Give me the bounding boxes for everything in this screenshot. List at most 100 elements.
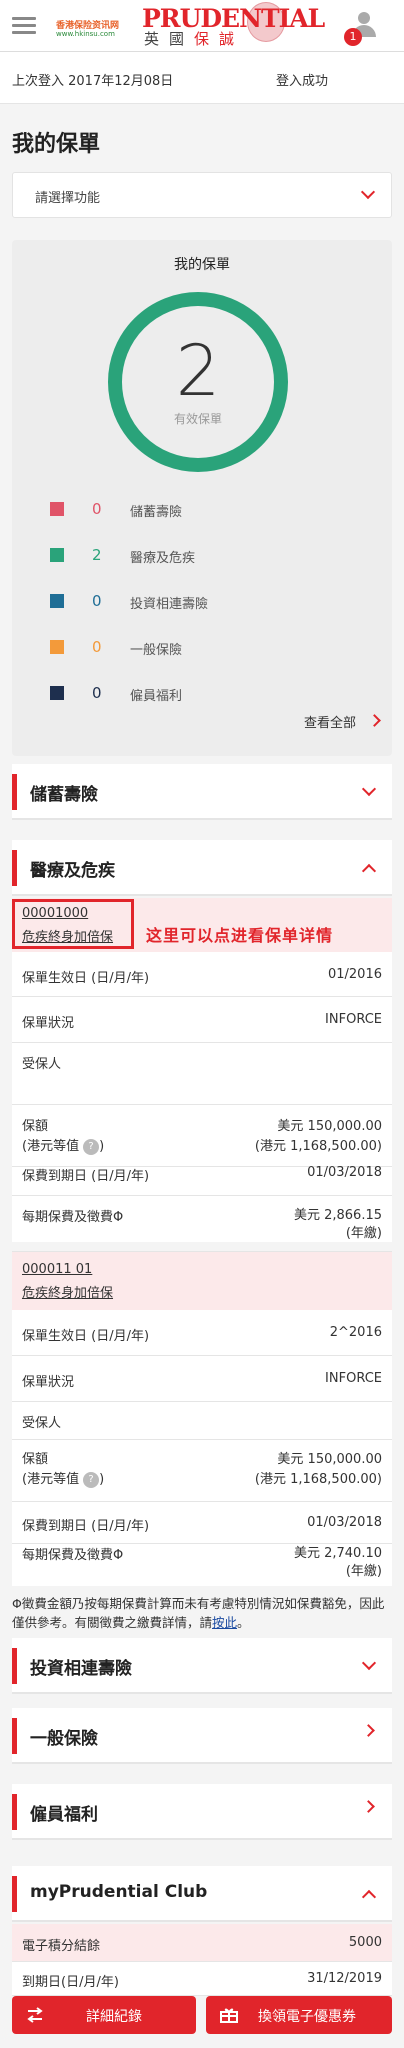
- details-record-button[interactable]: 詳細紀錄: [12, 1996, 196, 2034]
- field-label: 受保人: [22, 1416, 62, 1431]
- field-value: 美元 2,740.10: [293, 1546, 382, 1561]
- legend-item-savings: 0 儲蓄壽險: [50, 498, 350, 522]
- field-value: 01/03/2018: [307, 1165, 382, 1180]
- section-accent-bar: [12, 850, 17, 886]
- section-title: 醫療及危疾: [30, 861, 115, 881]
- section-accent-bar: [12, 1794, 17, 1830]
- policy-2-header[interactable]: [12, 1252, 392, 1310]
- section-accent-bar: [12, 1718, 17, 1754]
- field-value-freq: (年繳): [345, 1226, 382, 1241]
- policy-2-number-link[interactable]: 000011 0​1: [22, 1262, 92, 1277]
- function-select[interactable]: 請選擇功能: [12, 172, 392, 218]
- field-value: 01/2016: [327, 967, 382, 982]
- legend-count: 0: [92, 638, 102, 656]
- function-select-value: 請選擇功能: [35, 191, 101, 206]
- legend-label: 儲蓄壽險: [130, 505, 183, 520]
- policy-2-amount-row: 保額 (港元等值?) 美元 150,000.00 (港元 1,168,500.0…: [12, 1440, 392, 1502]
- chevron-down-icon: [361, 1655, 377, 1671]
- policy-count: 2: [175, 330, 221, 412]
- policy-2-status-row: 保單狀況 INFORCE: [12, 1356, 392, 1402]
- legend-swatch: [50, 502, 64, 516]
- legend-item-medical: 2 醫療及危疾: [50, 544, 350, 568]
- chevron-right-icon: [362, 1724, 375, 1737]
- field-label: 每期保費及徵費Φ: [22, 1548, 124, 1563]
- policy-2-effective-row: 保單生效日 (日/月/年) 2^2016: [12, 1310, 392, 1356]
- section-savings-header[interactable]: 儲蓄壽險: [12, 764, 392, 820]
- last-login-text: 上次登入 2017年12月08日: [12, 74, 174, 89]
- gift-icon: [220, 2008, 238, 2023]
- field-label: 到期日(日/月/年): [22, 1975, 119, 1990]
- field-value: INFORCE: [325, 1371, 382, 1386]
- details-record-label: 詳細紀錄: [86, 2009, 142, 2025]
- help-icon[interactable]: ?: [83, 1471, 100, 1488]
- section-general-header[interactable]: 一般保險: [12, 1708, 392, 1764]
- chevron-right-icon: [362, 1800, 375, 1813]
- legend-count: 0: [92, 500, 102, 518]
- brand-subtitle: 英國保誠: [144, 30, 245, 48]
- section-investment-header[interactable]: 投資相連壽險: [12, 1638, 392, 1694]
- section-title: 一般保險: [30, 1729, 98, 1749]
- chevron-down-icon: [360, 184, 376, 200]
- levy-note-text: Φ徵費金額乃按每期保費計算而未有考慮特別情況如保費豁免，因此僅供參考。有關徵費之…: [12, 1596, 385, 1630]
- legend-item-employee: 0 僱員福利: [50, 682, 350, 706]
- summary-title: 我的保單: [174, 257, 230, 273]
- club-expiry-row: 到期日(日/月/年) 31/12/2019: [12, 1962, 392, 1996]
- legend-count: 2: [92, 546, 102, 564]
- annotation-highlight-box: [12, 899, 134, 949]
- field-value: 2^2016: [329, 1325, 382, 1340]
- field-label-hkd: (港元等值?): [22, 1471, 105, 1488]
- section-accent-bar: [12, 1876, 17, 1912]
- field-label: 電子積分結餘: [22, 1939, 101, 1954]
- section-accent-bar: [12, 1648, 17, 1684]
- page-title: 我的保單: [12, 132, 101, 157]
- section-title: myPrudential Club: [30, 1882, 208, 1902]
- field-label: 保單生效日 (日/月/年): [22, 1329, 150, 1344]
- legend-label: 投資相連壽險: [130, 597, 209, 612]
- club-points-row: 電子積分結餘 5000: [12, 1924, 392, 1962]
- policy-2-name-link[interactable]: 危疾終身加倍保: [22, 1282, 113, 1301]
- field-value-freq: (年繳): [345, 1564, 382, 1579]
- field-label: 受保人: [22, 1057, 62, 1072]
- section-title: 投資相連壽險: [30, 1659, 132, 1679]
- section-accent-bar: [12, 774, 17, 810]
- field-value: INFORCE: [325, 1012, 382, 1027]
- policy-1-premium-row: 每期保費及徵費Φ 美元 2,866.15 (年繳): [12, 1196, 392, 1252]
- field-value: 美元 2,866.15: [293, 1208, 382, 1223]
- legend-swatch: [50, 548, 64, 562]
- watermark-url: www.hkinsu.com: [56, 30, 115, 38]
- view-all-link[interactable]: 查看全部: [304, 712, 381, 731]
- policy-2-premium-row: 每期保費及徵費Φ 美元 2,740.10 (年繳): [12, 1526, 392, 1586]
- section-title: 儲蓄壽險: [30, 785, 98, 805]
- section-medical-header[interactable]: 醫療及危疾: [12, 840, 392, 896]
- legend-label: 僱員福利: [130, 689, 183, 704]
- field-label: 保單狀況: [22, 1375, 75, 1390]
- field-value-hkd: (港元 1,168,500.00): [254, 1472, 382, 1487]
- legend-label: 醫療及危疾: [130, 551, 196, 566]
- legend-count: 0: [92, 592, 102, 610]
- redeem-coupon-button[interactable]: 換領電子優惠券: [206, 1996, 392, 2034]
- section-club-header[interactable]: myPrudential Club: [12, 1866, 392, 1922]
- field-label: 保費到期日 (日/月/年): [22, 1169, 150, 1184]
- field-label: 保額: [22, 1119, 49, 1134]
- policy-1-insured-row: 受保人: [12, 1043, 392, 1105]
- section-employee-header[interactable]: 僱員福利: [12, 1784, 392, 1840]
- legend-label: 一般保險: [130, 643, 183, 658]
- legend-item-investment: 0 投資相連壽險: [50, 590, 350, 614]
- menu-icon[interactable]: [12, 17, 36, 35]
- field-value: 美元 150,000.00: [277, 1119, 382, 1134]
- legend-swatch: [50, 686, 64, 700]
- annotation-text: 这里可以点进看保单详情: [146, 926, 334, 945]
- field-label: 保單生效日 (日/月/年): [22, 971, 150, 986]
- field-value: 31/12/2019: [307, 1971, 382, 1986]
- levy-note: Φ徵費金額乃按每期保費計算而未有考慮特別情況如保費豁免，因此僅供參考。有關徵費之…: [12, 1596, 385, 1630]
- section-title: 僱員福利: [30, 1805, 98, 1825]
- legend-count: 0: [92, 684, 102, 702]
- field-value: 5000: [348, 1935, 382, 1950]
- notification-badge[interactable]: 1: [344, 28, 362, 46]
- login-info-bar: 上次登入 2017年12月08日 登入成功: [0, 52, 404, 104]
- levy-details-link[interactable]: 按此: [212, 1615, 237, 1630]
- view-all-label: 查看全部: [304, 716, 357, 731]
- chevron-down-icon: [361, 781, 377, 797]
- field-value: 美元 150,000.00: [277, 1452, 382, 1467]
- legend-swatch: [50, 594, 64, 608]
